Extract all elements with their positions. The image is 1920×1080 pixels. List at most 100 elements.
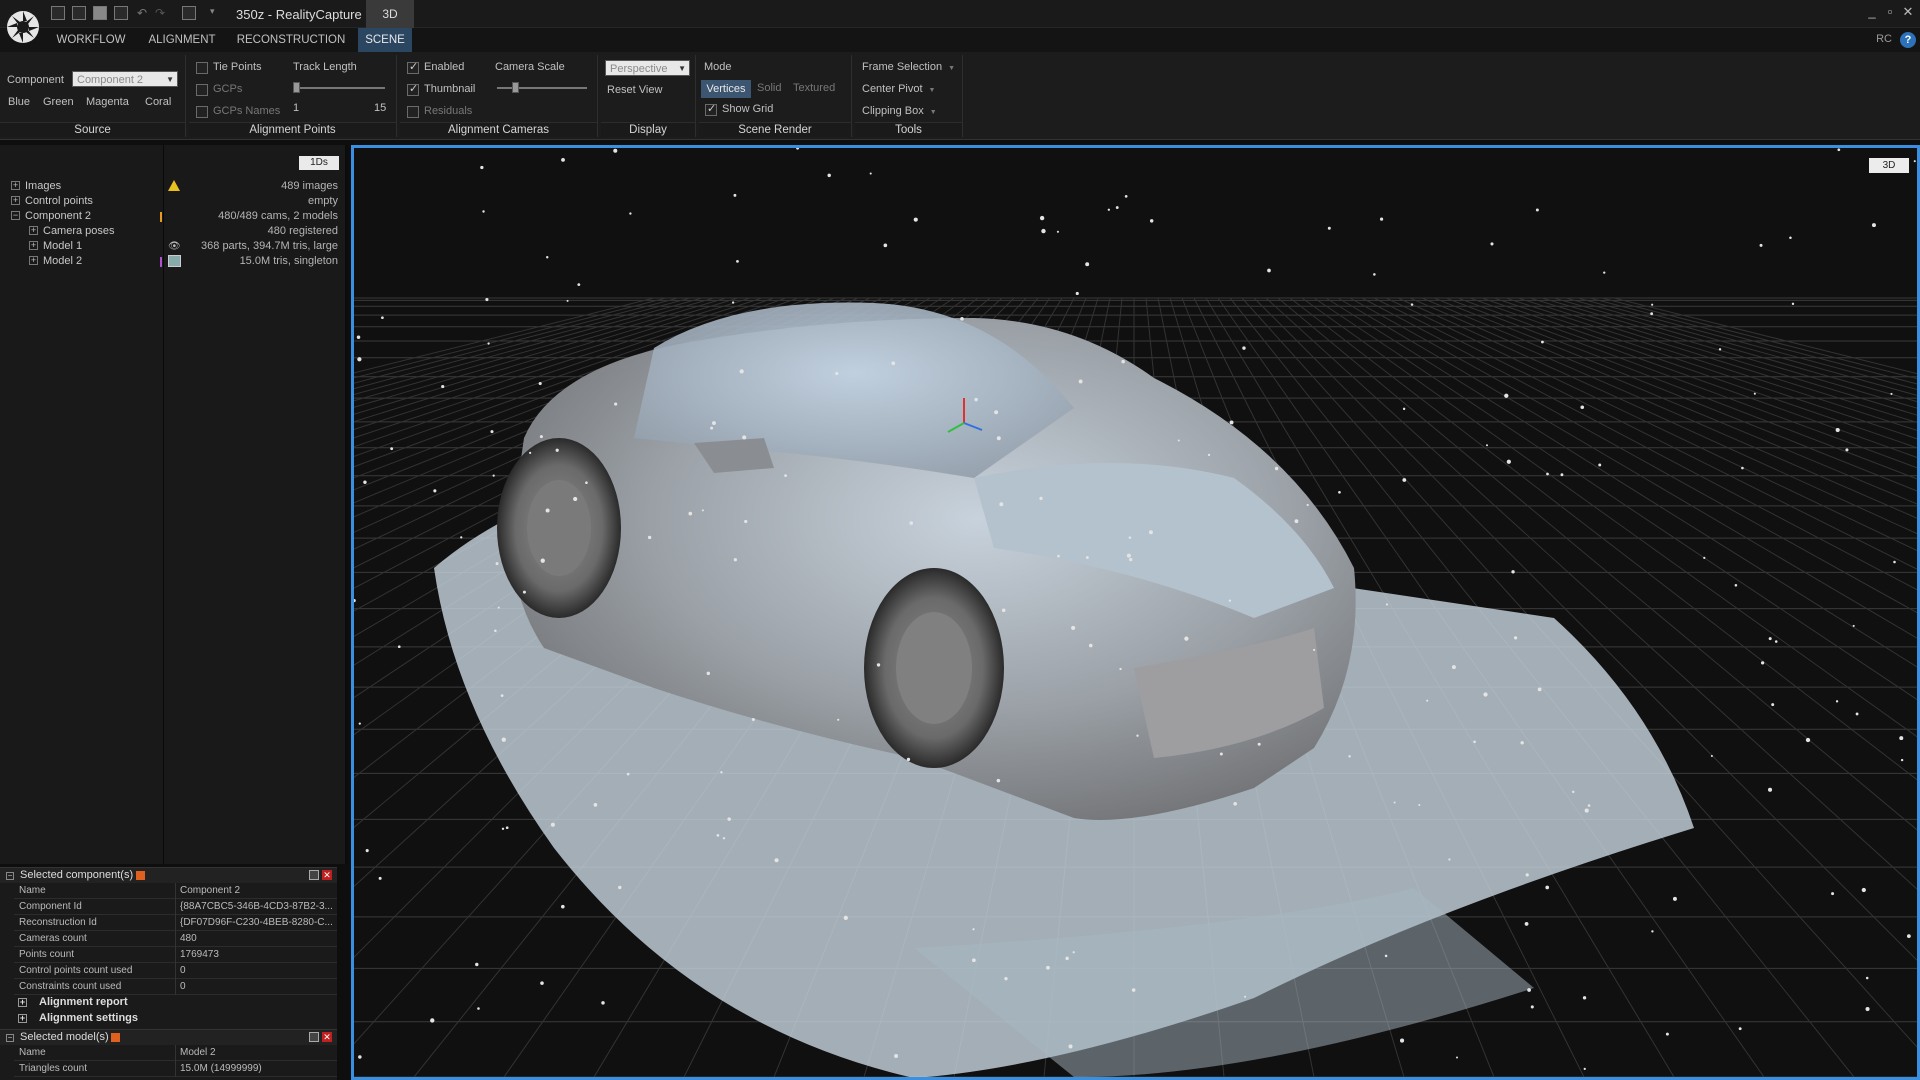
tab-reconstruction[interactable]: RECONSTRUCTION — [232, 28, 350, 52]
sparse-point — [1348, 755, 1351, 758]
sparse-point — [522, 590, 526, 594]
sparse-point — [1835, 700, 1839, 703]
tie-points-checkbox[interactable] — [196, 62, 208, 74]
camera-scale-slider[interactable] — [497, 87, 587, 89]
collapse-icon[interactable]: − — [11, 211, 20, 220]
prop-value[interactable]: 15.0M (14999999) — [180, 1063, 334, 1074]
tree-item-control-points[interactable]: + Control points empty — [0, 194, 345, 209]
expand-icon[interactable]: + — [18, 998, 27, 1007]
close-icon[interactable]: ✕ — [1900, 4, 1916, 20]
center-pivot-button[interactable]: Center Pivot ▼ — [862, 83, 935, 95]
mode-solid-button[interactable]: Solid — [757, 82, 781, 94]
prop-key: Triangles count — [19, 1063, 87, 1074]
redo-icon[interactable]: ↷ — [155, 6, 169, 20]
gcps-checkbox[interactable] — [196, 84, 208, 96]
sparse-point — [1046, 965, 1050, 970]
app-logo-icon[interactable] — [4, 4, 42, 50]
mode-vertices-button[interactable]: Vertices — [701, 80, 751, 98]
camera-icon[interactable] — [168, 255, 181, 267]
projection-dropdown[interactable]: Perspective ▼ — [605, 60, 690, 76]
mode-textured-button[interactable]: Textured — [793, 82, 835, 94]
quick-access-layout-2-icon[interactable] — [72, 6, 86, 20]
gcps-names-checkbox[interactable] — [196, 106, 208, 118]
quick-access-dropdown-icon[interactable]: ▾ — [210, 6, 224, 20]
prop-value[interactable]: Model 2 — [180, 1047, 334, 1058]
clipping-box-button[interactable]: Clipping Box ▼ — [862, 105, 937, 117]
frame-selection-button[interactable]: Frame Selection ▼ — [862, 61, 955, 73]
help-icon[interactable]: ? — [1900, 32, 1916, 48]
expand-icon[interactable]: + — [29, 241, 38, 250]
sparse-point — [720, 771, 723, 774]
expand-icon[interactable]: + — [11, 196, 20, 205]
color-coral-button[interactable]: Coral — [145, 96, 171, 108]
tree-item-component-2[interactable]: − Component 2 480/489 cams, 2 models — [0, 209, 345, 224]
track-length-slider[interactable] — [293, 87, 385, 89]
sparse-point — [490, 430, 494, 434]
undo-icon[interactable]: ↶ — [137, 6, 151, 20]
prop-value[interactable]: 0 — [180, 965, 334, 976]
view-3d-tab[interactable]: 3D — [366, 0, 414, 28]
camera-scale-slider-thumb[interactable] — [512, 82, 519, 93]
sparse-point — [1219, 752, 1223, 756]
tab-scene[interactable]: SCENE — [358, 28, 412, 52]
residuals-checkbox[interactable] — [407, 106, 419, 118]
prop-value[interactable]: 1769473 — [180, 949, 334, 960]
prop-row-model-name: Name Model 2 — [14, 1045, 337, 1061]
sparse-point — [1651, 303, 1654, 306]
maximize-icon[interactable]: ▫ — [1882, 4, 1898, 20]
enabled-checkbox[interactable] — [407, 60, 419, 74]
sparse-point — [876, 663, 881, 667]
tree-item-model-1[interactable]: + Model 1 👁 368 parts, 394.7M tris, larg… — [0, 239, 345, 254]
alignment-settings-section[interactable]: + Alignment settings — [14, 1012, 138, 1028]
color-magenta-button[interactable]: Magenta — [86, 96, 129, 108]
selected-components-header[interactable]: − Selected component(s) ✕ — [0, 867, 337, 883]
prop-value[interactable]: {88A7CBC5-346B-4CD3-87B2-3... — [180, 901, 334, 912]
close-icon[interactable]: ✕ — [322, 870, 332, 880]
color-green-button[interactable]: Green — [43, 96, 74, 108]
tree-item-value: 480 registered — [267, 225, 338, 237]
chevron-down-icon: ▼ — [948, 65, 956, 72]
collapse-icon[interactable]: − — [6, 1034, 14, 1042]
show-grid-checkbox[interactable] — [705, 102, 717, 116]
sparse-point — [1525, 873, 1529, 877]
expand-icon[interactable]: + — [29, 256, 38, 265]
prop-value[interactable]: 0 — [180, 981, 334, 992]
tree-item-model-2[interactable]: + Model 2 15.0M tris, singleton — [0, 254, 345, 269]
expand-icon[interactable]: + — [18, 1014, 27, 1023]
tab-workflow[interactable]: WORKFLOW — [48, 28, 134, 52]
quick-access-layout-3-icon[interactable] — [93, 6, 107, 20]
sparse-point — [1129, 557, 1133, 562]
alignment-report-label: Alignment report — [39, 996, 128, 1008]
quick-access-layout-4-icon[interactable] — [114, 6, 128, 20]
close-icon[interactable]: ✕ — [322, 1032, 332, 1042]
quick-access-layout-1-icon[interactable] — [51, 6, 65, 20]
minimize-icon[interactable]: _ — [1864, 4, 1880, 20]
selected-models-header[interactable]: − Selected model(s) ✕ — [0, 1029, 337, 1045]
prop-value[interactable]: {DF07D96F-C230-4BEB-8280-C... — [180, 917, 334, 928]
track-length-slider-thumb[interactable] — [293, 82, 300, 93]
restore-icon[interactable] — [309, 870, 319, 880]
collapse-icon[interactable]: − — [6, 872, 14, 880]
viewport-mode-label[interactable]: 3D — [1869, 158, 1909, 173]
reset-view-button[interactable]: Reset View — [607, 84, 662, 96]
expand-icon[interactable]: + — [29, 226, 38, 235]
thumbnail-checkbox[interactable] — [407, 82, 419, 96]
tab-alignment[interactable]: ALIGNMENT — [141, 28, 223, 52]
restore-icon[interactable] — [309, 1032, 319, 1042]
3d-viewport[interactable]: 3D — [351, 145, 1920, 1080]
alignment-report-section[interactable]: + Alignment report — [14, 996, 128, 1012]
expand-icon[interactable]: + — [11, 181, 20, 190]
color-blue-button[interactable]: Blue — [8, 96, 30, 108]
menu-bar: WORKFLOW ALIGNMENT RECONSTRUCTION SCENE … — [0, 28, 1920, 52]
quick-access-layout-5-icon[interactable] — [182, 6, 196, 20]
tree-item-label: Model 2 — [43, 255, 83, 267]
prop-value[interactable]: Component 2 — [180, 885, 334, 896]
prop-value[interactable]: 480 — [180, 933, 334, 944]
sparse-point — [1524, 922, 1529, 926]
scene-render[interactable] — [354, 148, 1917, 1077]
eye-icon[interactable]: 👁 — [168, 241, 181, 252]
tree-item-camera-poses[interactable]: + Camera poses 480 registered — [0, 224, 345, 239]
component-dropdown[interactable]: Component 2 ▼ — [72, 71, 178, 87]
tree-item-images[interactable]: + Images 489 images — [0, 179, 345, 194]
thumbnail-label: Thumbnail — [424, 83, 476, 95]
